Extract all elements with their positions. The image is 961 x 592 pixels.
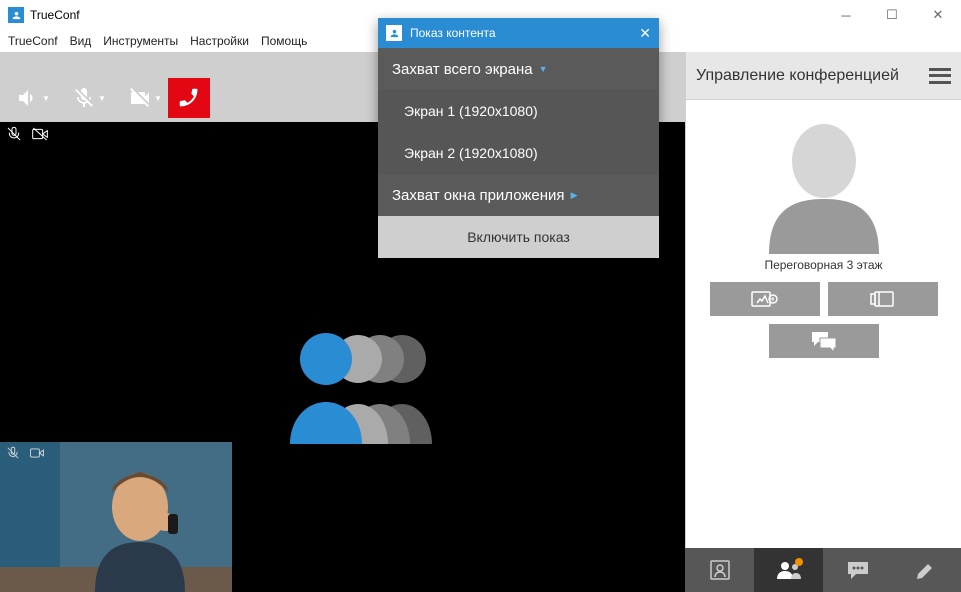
self-view[interactable] [0, 442, 232, 592]
group-placeholder-icon [272, 324, 442, 444]
chevron-down-icon: ▼ [98, 94, 108, 103]
remote-status-icons [4, 126, 50, 142]
chat-button[interactable] [769, 324, 879, 358]
menu-help[interactable]: Помощь [261, 34, 307, 48]
notification-dot-icon [795, 558, 803, 566]
participant-name: Переговорная 3 этаж [764, 258, 882, 272]
screen-1-row[interactable]: Экран 1 (1920x1080) [378, 90, 659, 132]
menu-view[interactable]: Вид [70, 34, 92, 48]
mic-off-icon [4, 446, 22, 460]
tab-addressbook[interactable] [685, 548, 754, 592]
self-status-icons [4, 446, 46, 460]
panel-header: Управление конференцией [686, 52, 961, 100]
screen-2-row[interactable]: Экран 2 (1920x1080) [378, 132, 659, 174]
camera-muted-button[interactable]: ▼ [112, 78, 168, 118]
capture-window-row[interactable]: Захват окна приложения ▶ [378, 174, 659, 216]
window-title: TrueConf [30, 8, 80, 22]
share-media-button[interactable] [710, 282, 820, 316]
tab-tools[interactable] [892, 548, 961, 592]
self-video-placeholder [0, 442, 232, 592]
tab-participants[interactable] [754, 548, 823, 592]
participant-block: Переговорная 3 этаж [686, 100, 961, 282]
window-controls: ─ ☐ ✕ [823, 0, 961, 30]
cam-icon [28, 446, 46, 460]
menu-tools[interactable]: Инструменты [103, 34, 178, 48]
panel-title-label: Управление конференцией [696, 67, 899, 85]
menu-icon[interactable] [929, 68, 951, 84]
hangup-button[interactable] [168, 78, 210, 118]
chevron-down-icon: ▼ [42, 94, 52, 103]
popup-title-label: Показ контента [410, 26, 496, 40]
popup-titlebar[interactable]: Показ контента ✕ [378, 18, 659, 48]
microphone-muted-button[interactable]: ▼ [56, 78, 112, 118]
chevron-down-icon: ▼ [539, 64, 548, 74]
mic-off-icon [4, 126, 24, 142]
popup-close-button[interactable]: ✕ [639, 25, 651, 42]
avatar-icon [759, 114, 889, 254]
start-sharing-button[interactable]: Включить показ [378, 216, 659, 258]
chevron-down-icon: ▼ [154, 94, 164, 103]
capture-screen-row[interactable]: Захват всего экрана ▼ [378, 48, 659, 90]
close-button[interactable]: ✕ [915, 0, 961, 30]
minimize-button[interactable]: ─ [823, 0, 869, 30]
tab-chat[interactable] [823, 548, 892, 592]
share-slides-button[interactable] [828, 282, 938, 316]
conference-panel: Управление конференцией Переговорная 3 э… [685, 52, 961, 592]
popup-logo-icon [386, 25, 402, 41]
speaker-button[interactable]: ▼ [0, 78, 56, 118]
cam-off-icon [30, 126, 50, 142]
maximize-button[interactable]: ☐ [869, 0, 915, 30]
menu-settings[interactable]: Настройки [190, 34, 249, 48]
app-logo-icon [8, 7, 24, 23]
content-share-popup: Показ контента ✕ Захват всего экрана ▼ Э… [378, 18, 659, 258]
menu-trueconf[interactable]: TrueConf [8, 34, 58, 48]
chevron-right-icon: ▶ [571, 190, 578, 201]
action-buttons [686, 282, 961, 358]
bottom-tabs [685, 548, 961, 592]
